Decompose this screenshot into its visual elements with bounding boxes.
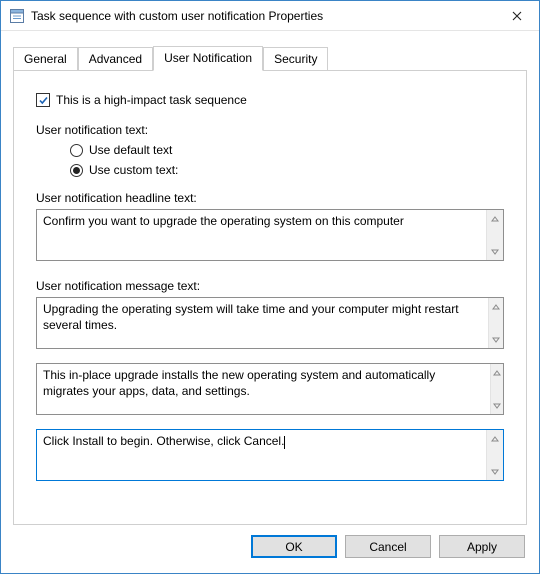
- message-textarea-1[interactable]: Upgrading the operating system will take…: [36, 297, 504, 349]
- headline-scrollbar[interactable]: [486, 210, 503, 260]
- titlebar: Task sequence with custom user notificat…: [1, 1, 539, 31]
- message2-scrollbar[interactable]: [490, 364, 503, 414]
- tab-advanced[interactable]: Advanced: [78, 47, 153, 71]
- message-textarea-1-value: Upgrading the operating system will take…: [37, 298, 488, 348]
- ok-button[interactable]: OK: [251, 535, 337, 558]
- message1-scrollbar[interactable]: [488, 298, 503, 348]
- message-textarea-2[interactable]: This in-place upgrade installs the new o…: [36, 363, 504, 415]
- dialog-button-bar: OK Cancel Apply: [1, 525, 539, 572]
- notification-text-radio-group: Use default text Use custom text:: [70, 143, 504, 177]
- tab-general[interactable]: General: [13, 47, 78, 71]
- headline-textarea-value: Confirm you want to upgrade the operatin…: [37, 210, 486, 260]
- message-textarea-2-value: This in-place upgrade installs the new o…: [37, 364, 490, 414]
- radio-use-custom[interactable]: [70, 164, 83, 177]
- scroll-down-icon[interactable]: [491, 397, 503, 414]
- tab-security[interactable]: Security: [263, 47, 328, 71]
- message3-scrollbar[interactable]: [486, 430, 503, 480]
- close-button[interactable]: [494, 1, 539, 30]
- high-impact-checkbox[interactable]: [36, 93, 50, 107]
- app-icon: [9, 8, 25, 24]
- tab-strip: General Advanced User Notification Secur…: [13, 45, 527, 70]
- scroll-up-icon[interactable]: [487, 430, 503, 447]
- tab-panel-user-notification: This is a high-impact task sequence User…: [13, 70, 527, 525]
- scroll-up-icon[interactable]: [487, 210, 503, 227]
- scroll-up-icon[interactable]: [491, 364, 503, 381]
- scroll-down-icon[interactable]: [489, 331, 503, 348]
- apply-button[interactable]: Apply: [439, 535, 525, 558]
- scroll-down-icon[interactable]: [487, 243, 503, 260]
- message-label: User notification message text:: [36, 279, 504, 293]
- radio-use-default[interactable]: [70, 144, 83, 157]
- tab-user-notification[interactable]: User Notification: [153, 46, 263, 71]
- message-textarea-3-value: Click Install to begin. Otherwise, click…: [37, 430, 486, 480]
- message-textarea-3[interactable]: Click Install to begin. Otherwise, click…: [36, 429, 504, 481]
- cancel-button[interactable]: Cancel: [345, 535, 431, 558]
- radio-use-custom-label: Use custom text:: [89, 163, 178, 177]
- dialog-content: General Advanced User Notification Secur…: [1, 31, 539, 525]
- scroll-down-icon[interactable]: [487, 463, 503, 480]
- window-title: Task sequence with custom user notificat…: [31, 9, 494, 23]
- high-impact-label: This is a high-impact task sequence: [56, 93, 247, 107]
- headline-textarea[interactable]: Confirm you want to upgrade the operatin…: [36, 209, 504, 261]
- scroll-up-icon[interactable]: [489, 298, 503, 315]
- headline-label: User notification headline text:: [36, 191, 504, 205]
- radio-use-default-label: Use default text: [89, 143, 172, 157]
- notification-text-label: User notification text:: [36, 123, 504, 137]
